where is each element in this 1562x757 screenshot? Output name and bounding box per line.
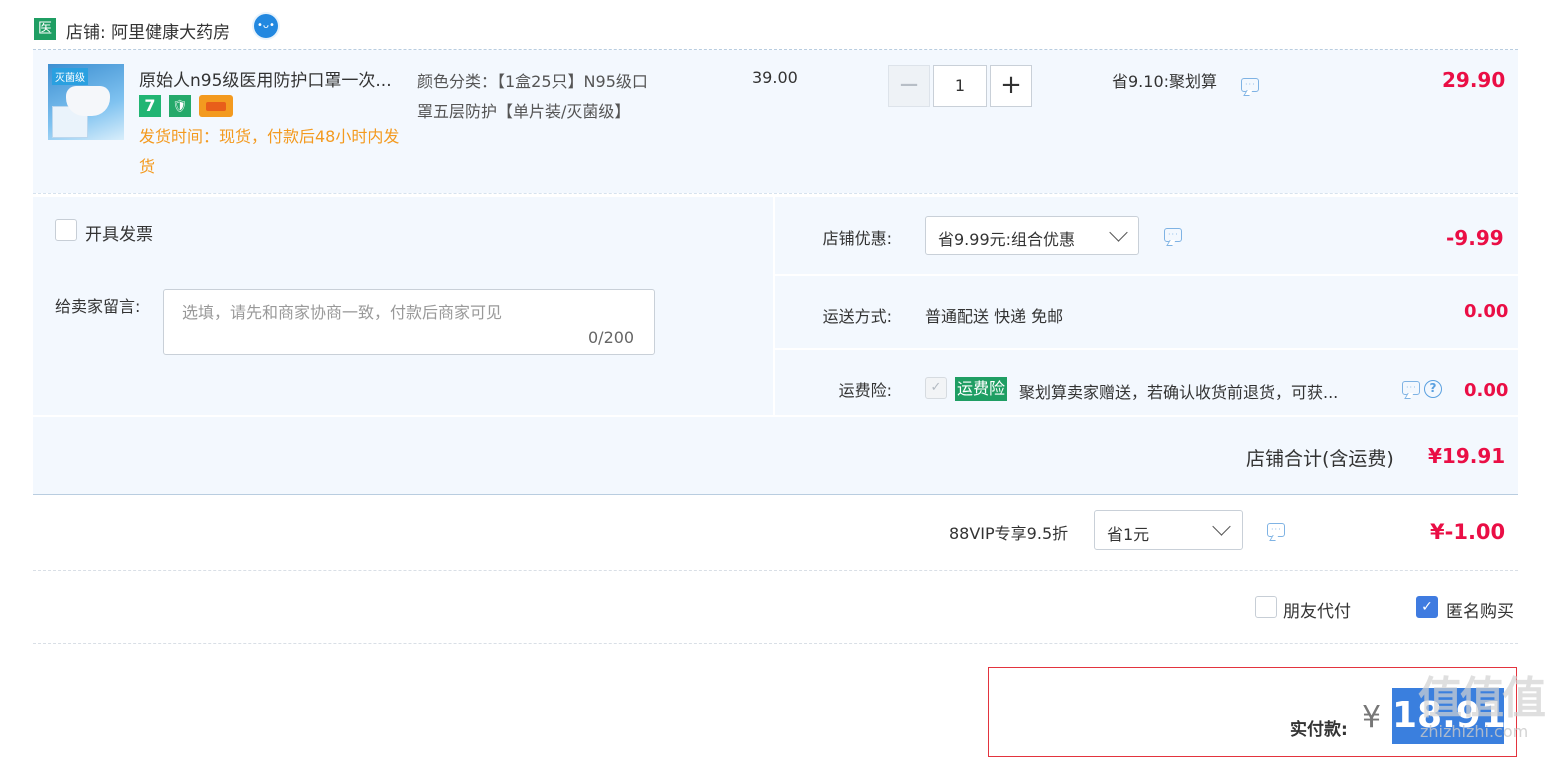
quantity-decrease-button[interactable]: −: [888, 65, 930, 107]
anonymous-purchase-label[interactable]: 匿名购买: [1446, 597, 1514, 622]
invoice-checkbox[interactable]: [55, 219, 77, 241]
seven-day-return-icon: 7: [139, 95, 161, 117]
shop-coupon-amount: -9.99: [1446, 226, 1504, 250]
watermark-logo: 值值值: [1418, 673, 1546, 724]
friend-pay-label[interactable]: 朋友代付: [1283, 597, 1351, 622]
vip-discount-value: 省1元: [1107, 525, 1150, 544]
item-subtotal: 29.90: [1442, 68, 1506, 92]
unit-price: 39.00: [752, 68, 798, 87]
anonymous-purchase-checkbox[interactable]: ✓: [1416, 596, 1438, 618]
quantity-input[interactable]: 1: [933, 65, 987, 107]
friend-pay-checkbox[interactable]: [1255, 596, 1277, 618]
shipping-method: 普通配送 快递 免邮: [925, 307, 1064, 326]
vip-discount-label: 88VIP专享9.5折: [949, 524, 1069, 543]
vip-comment-icon[interactable]: ···: [1267, 523, 1285, 537]
product-thumbnail[interactable]: 灭菌级: [48, 64, 124, 140]
credit-card-icon: [199, 95, 233, 117]
shop-coupon-label: 店铺优惠:: [822, 229, 892, 248]
memo-label: 给卖家留言:: [55, 297, 141, 316]
divider: [33, 643, 1518, 644]
mask-graphic: [66, 86, 110, 116]
sku-info-continued: 罩五层防护【单片装/灭菌级】: [417, 102, 631, 121]
watermark-url: zhizhizhi.com: [1420, 722, 1529, 741]
sku-info: 颜色分类：【1盒25只】N95级口: [417, 72, 648, 91]
vip-discount-amount: ¥-1.00: [1430, 520, 1506, 544]
insurance-comment-icon[interactable]: ···: [1402, 381, 1420, 395]
shop-total-label: 店铺合计(含运费): [1246, 448, 1394, 470]
invoice-label[interactable]: 开具发票: [85, 220, 153, 245]
help-icon[interactable]: ?: [1424, 380, 1442, 398]
shipping-label: 运送方式:: [822, 307, 892, 326]
divider: [33, 193, 1518, 194]
item-promo-text: 省9.10:聚划算: [1112, 72, 1218, 91]
product-title-link[interactable]: 原始人n95级医用防护口罩一次...: [139, 66, 409, 91]
coupon-comment-icon[interactable]: ···: [1164, 228, 1182, 242]
shipping-time: 发货时间：现货，付款后48小时内发货: [139, 127, 400, 176]
shop-type-badge: 医: [34, 18, 56, 40]
insurance-amount: 0.00: [1464, 380, 1509, 401]
currency-symbol: ¥: [1362, 700, 1382, 735]
insurance-label: 运费险:: [838, 381, 892, 400]
shop-name[interactable]: 店铺: 阿里健康大药房: [66, 18, 230, 43]
quantity-increase-button[interactable]: +: [990, 65, 1032, 107]
shipping-amount: 0.00: [1464, 301, 1509, 322]
guarantee-icon: 🛡: [169, 95, 191, 117]
divider: [33, 570, 1518, 571]
shop-coupon-value: 省9.99元:组合优惠: [938, 230, 1076, 249]
memo-char-count: 0/200: [588, 328, 635, 347]
thumb-tag: 灭菌级: [52, 68, 88, 85]
memo-placeholder: 选填，请先和商家协商一致，付款后商家可见: [182, 303, 503, 322]
insurance-description: 聚划算卖家赠送，若确认收货前退货，可获...: [1019, 383, 1339, 402]
insurance-checkbox: ✓: [925, 377, 947, 399]
payable-label: 实付款:: [1290, 720, 1348, 740]
insurance-tag: 运费险: [955, 377, 1008, 401]
promo-comment-icon[interactable]: ···: [1241, 78, 1259, 92]
wangwang-chat-icon[interactable]: •ᴗ•: [254, 14, 278, 38]
shop-total-value: ¥19.91: [1428, 444, 1506, 468]
